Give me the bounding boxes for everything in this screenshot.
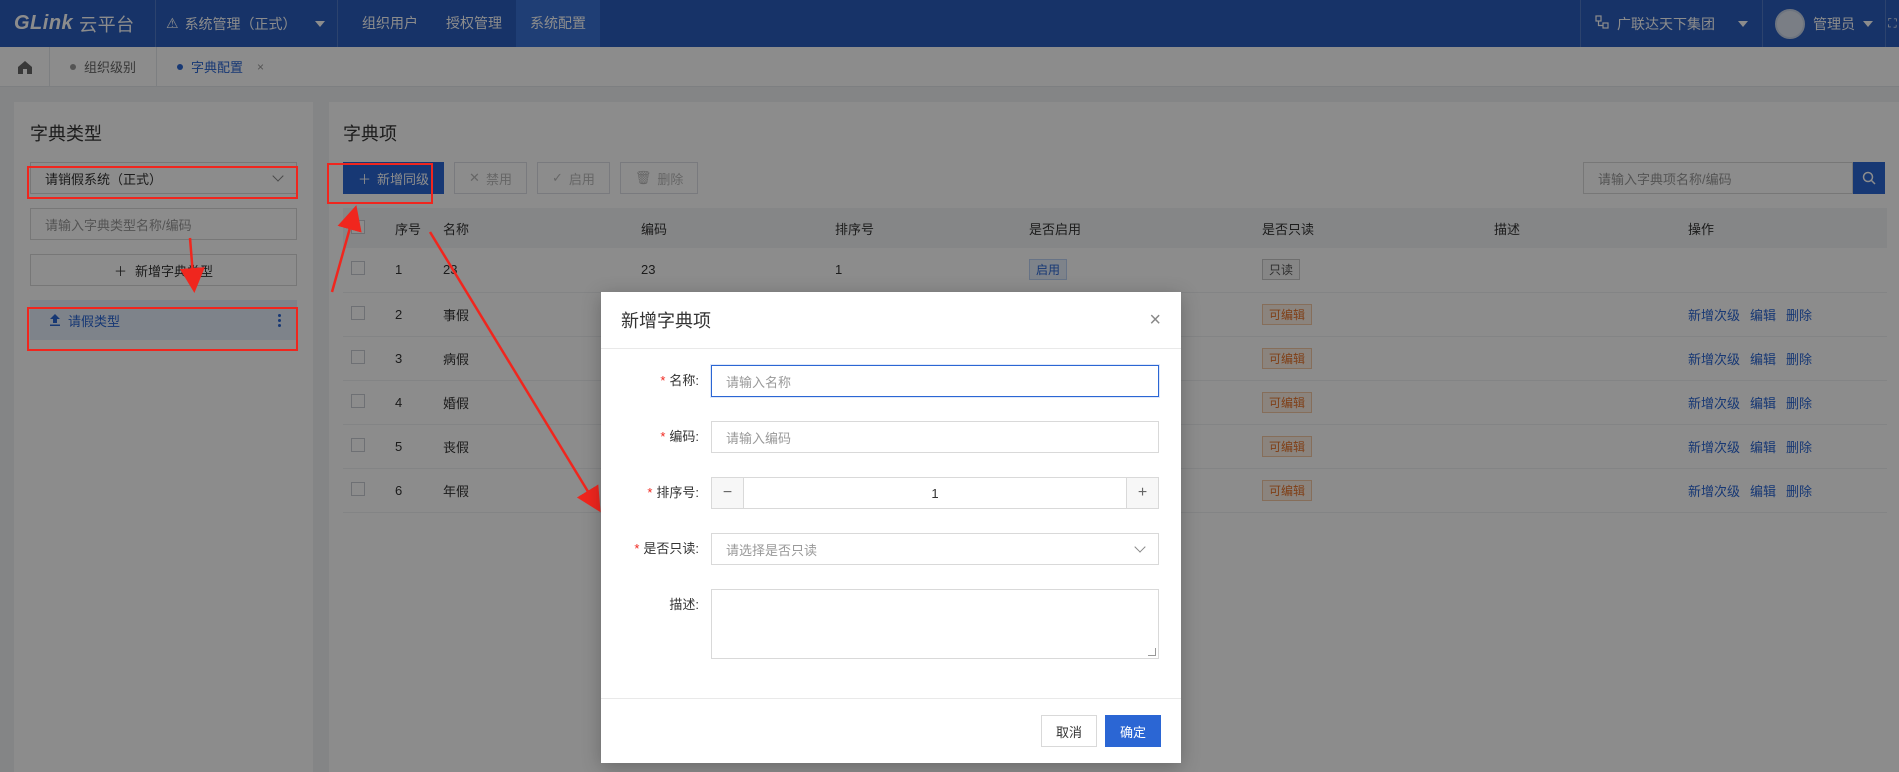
close-icon[interactable]: × — [1149, 309, 1161, 332]
code-label: * 编码: — [601, 421, 711, 453]
desc-textarea[interactable] — [711, 589, 1159, 659]
add-dict-item-modal: 新增字典项 × * 名称: 请输入名称 * 编码: 请输入编码 * 排序号: − 1 … — [601, 292, 1181, 763]
form-row-desc: 描述: — [601, 589, 1161, 659]
name-placeholder: 请输入名称 — [726, 374, 792, 390]
modal-header: 新增字典项 × — [601, 292, 1181, 349]
form-row-name: * 名称: 请输入名称 — [601, 365, 1161, 397]
code-input[interactable]: 请输入编码 — [711, 421, 1159, 453]
annotation-box-add-peer — [327, 163, 433, 204]
sort-value-input[interactable]: 1 — [744, 478, 1126, 508]
cancel-button[interactable]: 取消 — [1040, 715, 1097, 747]
annotation-box-tree-item — [27, 307, 298, 351]
required-mark: * — [660, 373, 666, 388]
name-input[interactable]: 请输入名称 — [711, 365, 1159, 397]
required-mark: * — [660, 429, 666, 444]
dict-item-form: * 名称: 请输入名称 * 编码: 请输入编码 * 排序号: − 1 + * 是否只读:… — [601, 349, 1181, 659]
confirm-button[interactable]: 确定 — [1104, 715, 1161, 747]
readonly-placeholder: 请选择是否只读 — [726, 542, 818, 558]
form-row-sort: * 排序号: − 1 + — [601, 477, 1161, 509]
plus-icon[interactable]: + — [1126, 478, 1158, 508]
modal-footer: 取消 确定 — [601, 698, 1181, 763]
resize-handle-icon[interactable] — [1148, 648, 1156, 656]
readonly-select[interactable]: 请选择是否只读 — [711, 533, 1159, 565]
required-mark: * — [634, 541, 640, 556]
annotation-box-system-select — [27, 166, 298, 199]
code-placeholder: 请输入编码 — [726, 430, 792, 446]
readonly-label-text: 是否只读: — [643, 541, 699, 556]
desc-label: 描述: — [669, 597, 699, 612]
sort-label: * 排序号: — [601, 477, 711, 509]
name-label: * 名称: — [601, 365, 711, 397]
minus-icon[interactable]: − — [712, 478, 744, 508]
sort-stepper: − 1 + — [711, 477, 1159, 509]
modal-title: 新增字典项 — [621, 311, 711, 331]
name-label-text: 名称: — [669, 373, 699, 388]
readonly-label: * 是否只读: — [601, 533, 711, 565]
form-row-code: * 编码: 请输入编码 — [601, 421, 1161, 453]
sort-label-text: 排序号: — [656, 485, 699, 500]
code-label-text: 编码: — [669, 429, 699, 444]
form-row-readonly: * 是否只读: 请选择是否只读 — [601, 533, 1161, 565]
required-mark: * — [647, 485, 653, 500]
chevron-down-icon — [1134, 541, 1146, 553]
